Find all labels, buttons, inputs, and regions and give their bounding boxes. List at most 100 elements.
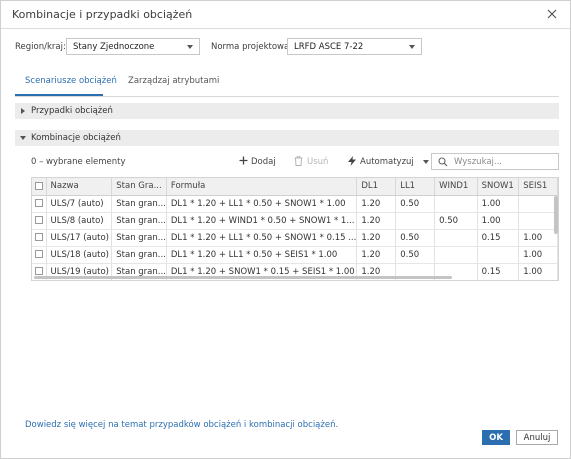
cell-dl1[interactable]: 1.20 <box>356 229 397 247</box>
table-header-row: Nazwa Stan Gra... Formuła DL1 LL1 WIND1 … <box>32 178 558 196</box>
column-header-formula[interactable]: Formuła <box>166 178 358 196</box>
cell-ll1[interactable]: 0.50 <box>395 195 436 213</box>
cell-ll1[interactable]: 0.50 <box>395 246 436 264</box>
cell-ll1[interactable] <box>395 212 436 230</box>
design-code-value: LRFD ASCE 7-22 <box>294 42 364 52</box>
cell-snow1[interactable]: 1.00 <box>477 212 520 230</box>
cancel-button[interactable]: Anuluj <box>516 430 558 445</box>
load-cases-section-label: Przypadki obciążeń <box>31 106 113 116</box>
cell-snow1[interactable]: 1.00 <box>477 195 520 213</box>
trash-icon <box>294 156 303 166</box>
table-row[interactable]: ULS/18 (auto) Stan gran... DL1 * 1.20 + LL… <box>32 246 558 264</box>
column-header-ll1[interactable]: LL1 <box>395 178 436 196</box>
automate-button[interactable]: Automatyzuj <box>347 156 429 167</box>
row-checkbox[interactable] <box>32 246 47 264</box>
cell-wind1[interactable] <box>434 229 478 247</box>
lightning-icon <box>348 156 356 166</box>
search-box[interactable] <box>431 153 559 170</box>
load-combinations-section-header[interactable]: Kombinacje obciążeń <box>15 130 559 146</box>
learn-more-link[interactable]: Dowiedz się więcej na temat przypadków o… <box>25 420 338 430</box>
title-bar: Kombinacje i przypadki obciążeń <box>1 1 570 29</box>
design-code-select[interactable]: LRFD ASCE 7-22 <box>287 38 422 55</box>
cell-seis1[interactable]: 1.00 <box>518 246 558 264</box>
table-row[interactable]: ULS/17 (auto) Stan gran... DL1 * 1.20 + LL… <box>32 229 558 247</box>
add-button[interactable]: Dodaj <box>239 156 276 167</box>
row-checkbox[interactable] <box>32 195 47 213</box>
cell-ll1[interactable]: 0.50 <box>395 229 436 247</box>
close-icon[interactable] <box>546 8 558 20</box>
cell-dl1[interactable]: 1.20 <box>356 246 397 264</box>
search-input[interactable] <box>454 156 554 167</box>
tab-load-scenarios[interactable]: Scenariusze obciążeń <box>25 76 117 86</box>
dialog-title: Kombinacje i przypadki obciążeń <box>12 8 193 21</box>
region-value: Stany Zjednoczone <box>73 42 155 52</box>
chevron-down-icon <box>409 45 415 49</box>
column-header-limit-state[interactable]: Stan Gra... <box>111 178 167 196</box>
cell-limit-state[interactable]: Stan gran... <box>111 246 167 264</box>
cell-formula[interactable]: DL1 * 1.20 + LL1 * 0.50 + SEIS1 * 1.00 <box>166 246 358 264</box>
cell-limit-state[interactable]: Stan gran... <box>111 212 167 230</box>
column-header-snow1[interactable]: SNOW1 <box>477 178 520 196</box>
add-button-label: Dodaj <box>251 157 276 167</box>
horizontal-scrollbar[interactable] <box>34 276 452 279</box>
design-code-label: Norma projektowa: <box>211 42 293 52</box>
cell-limit-state[interactable]: Stan gran... <box>111 229 167 247</box>
cell-seis1[interactable] <box>518 212 558 230</box>
column-header-dl1[interactable]: DL1 <box>356 178 397 196</box>
tab-manage-attributes[interactable]: Zarządzaj atrybutami <box>128 76 219 86</box>
region-select[interactable]: Stany Zjednoczone <box>66 38 200 55</box>
cell-seis1[interactable]: 1.00 <box>518 229 558 247</box>
load-cases-section-header[interactable]: Przypadki obciążeń <box>15 103 559 119</box>
column-header-name[interactable]: Nazwa <box>46 178 113 196</box>
checkbox-icon <box>34 199 43 207</box>
plus-icon <box>239 156 248 165</box>
cell-wind1[interactable] <box>434 246 478 264</box>
remove-button-label: Usuń <box>307 157 329 167</box>
search-icon <box>438 157 448 167</box>
active-tab-indicator <box>15 94 103 96</box>
cell-formula[interactable]: DL1 * 1.20 + LL1 * 0.50 + SNOW1 * 1.00 <box>166 195 358 213</box>
triangle-right-icon <box>21 108 25 114</box>
remove-button[interactable]: Usuń <box>294 156 329 167</box>
selected-count: 0 – wybrane elementy <box>31 157 126 167</box>
cell-wind1[interactable] <box>434 195 478 213</box>
table-row[interactable]: ULS/7 (auto) Stan gran... DL1 * 1.20 + LL1… <box>32 195 558 213</box>
automate-button-label: Automatyzuj <box>360 157 414 167</box>
cell-dl1[interactable]: 1.20 <box>356 195 397 213</box>
cell-dl1[interactable]: 1.20 <box>356 212 397 230</box>
checkbox-icon <box>34 181 43 190</box>
triangle-down-icon <box>20 136 26 140</box>
ok-button[interactable]: OK <box>482 430 510 445</box>
cell-formula[interactable]: DL1 * 1.20 + WIND1 * 0.50 + SNOW1 * 1... <box>166 212 358 230</box>
table-row[interactable]: ULS/8 (auto) Stan gran... DL1 * 1.20 + WIN… <box>32 212 558 230</box>
checkbox-icon <box>34 233 43 241</box>
checkbox-icon <box>34 250 43 258</box>
cell-seis1[interactable] <box>518 195 558 213</box>
select-all-checkbox[interactable] <box>32 178 47 196</box>
cell-wind1[interactable]: 0.50 <box>434 212 478 230</box>
row-checkbox[interactable] <box>32 212 47 230</box>
column-header-wind1[interactable]: WIND1 <box>434 178 478 196</box>
tab-bar: Scenariusze obciążeń Zarządzaj atrybutam… <box>15 70 559 97</box>
combinations-table: Nazwa Stan Gra... Formuła DL1 LL1 WIND1 … <box>31 177 559 281</box>
row-checkbox[interactable] <box>32 229 47 247</box>
load-combinations-section-label: Kombinacje obciążeń <box>31 133 121 143</box>
cell-limit-state[interactable]: Stan gran... <box>111 195 167 213</box>
vertical-scrollbar[interactable] <box>554 196 558 234</box>
cell-seis1[interactable]: 1.00 <box>518 263 558 280</box>
column-header-seis1[interactable]: SEIS1 <box>518 178 558 196</box>
cell-name[interactable]: ULS/8 (auto) <box>46 212 113 230</box>
cell-snow1[interactable] <box>477 246 520 264</box>
load-combinations-dialog: Kombinacje i przypadki obciążeń Region/k… <box>0 0 571 459</box>
chevron-down-icon <box>422 159 429 164</box>
chevron-down-icon <box>187 45 193 49</box>
checkbox-icon <box>34 216 43 224</box>
cell-name[interactable]: ULS/17 (auto) <box>46 229 113 247</box>
cell-snow1[interactable]: 0.15 <box>477 263 520 280</box>
cell-name[interactable]: ULS/18 (auto) <box>46 246 113 264</box>
cell-snow1[interactable]: 0.15 <box>477 229 520 247</box>
cell-name[interactable]: ULS/7 (auto) <box>46 195 113 213</box>
checkbox-icon <box>34 267 43 275</box>
cell-formula[interactable]: DL1 * 1.20 + LL1 * 0.50 + SNOW1 * 0.15 .… <box>166 229 358 247</box>
region-label: Region/kraj: <box>15 42 66 52</box>
